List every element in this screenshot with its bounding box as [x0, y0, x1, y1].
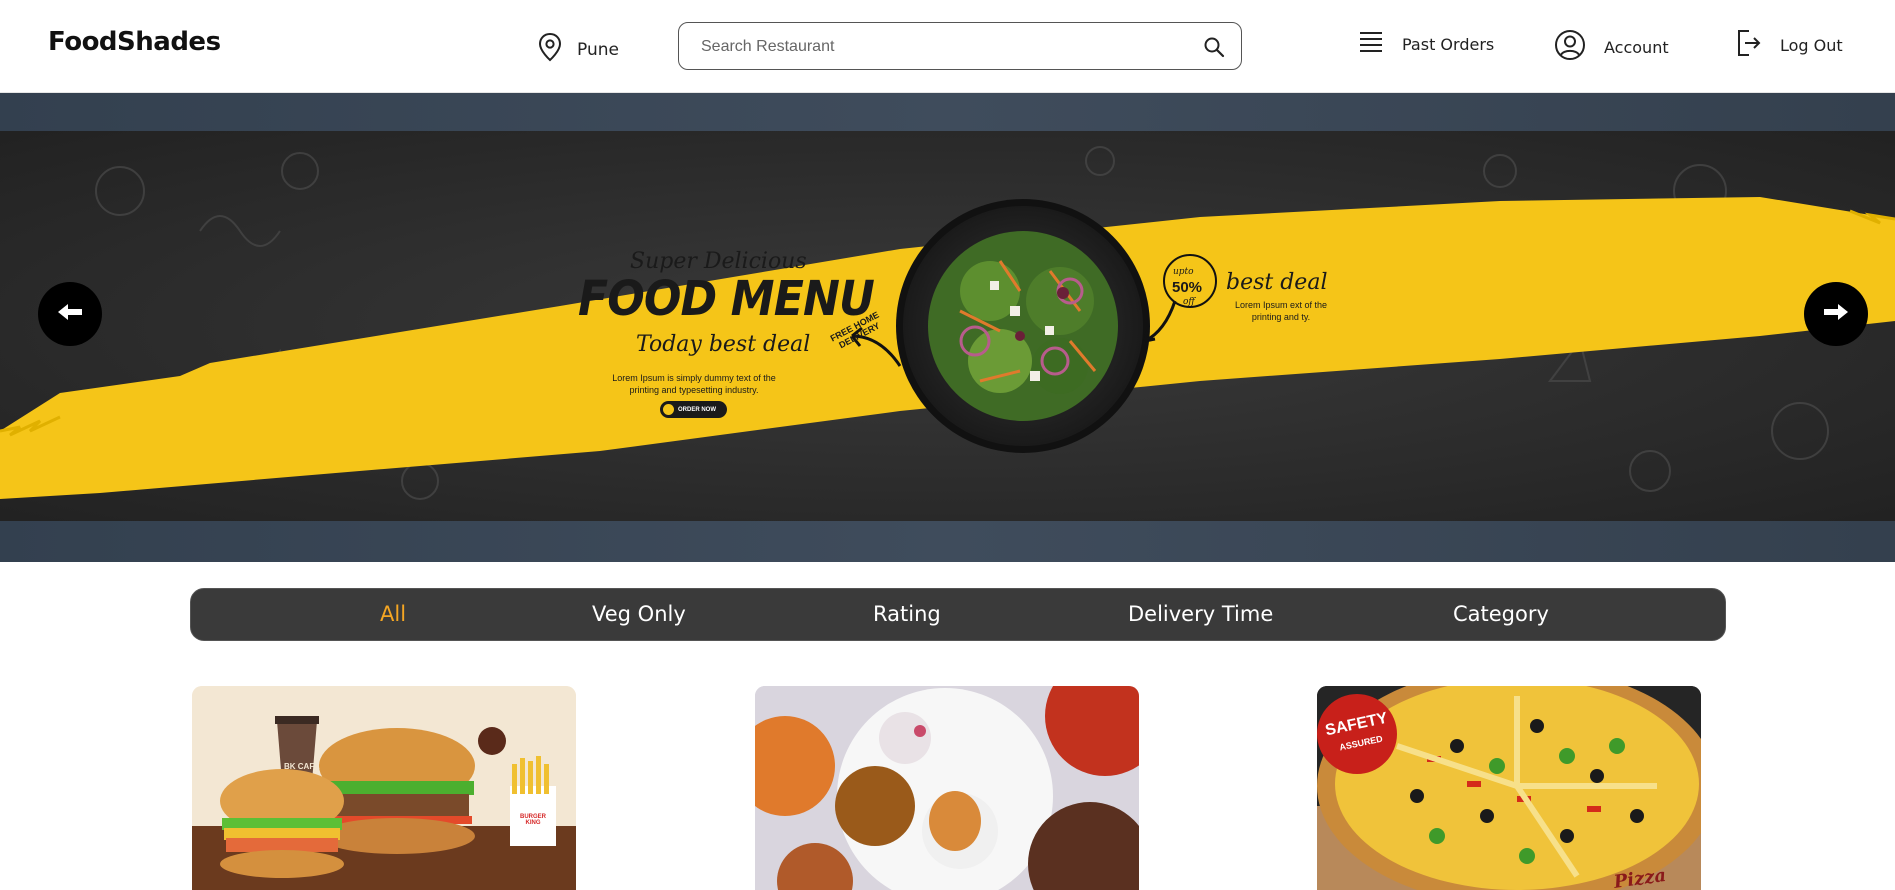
- filter-bar: All Veg Only Rating Delivery Time Catego…: [190, 588, 1726, 641]
- location-selector[interactable]: Pune: [537, 32, 619, 67]
- banner-tagline: Today best deal: [636, 332, 811, 357]
- filter-all[interactable]: All: [380, 602, 406, 626]
- order-now-button[interactable]: ORDER NOW: [660, 401, 727, 418]
- promo-banner-image: Super Delicious FOOD MENU Today best dea…: [0, 131, 1895, 521]
- promo-carousel: Super Delicious FOOD MENU Today best dea…: [0, 93, 1895, 562]
- past-orders-label: Past Orders: [1402, 34, 1495, 54]
- filter-category[interactable]: Category: [1453, 602, 1549, 626]
- best-deal-label: best deal: [1226, 270, 1328, 295]
- burger-image: [192, 686, 576, 890]
- past-orders-link[interactable]: Past Orders: [1358, 30, 1494, 58]
- thali-image: [755, 686, 1139, 890]
- filter-veg-only[interactable]: Veg Only: [592, 602, 686, 626]
- arrow-right-icon: [1824, 304, 1848, 324]
- account-label: Account: [1604, 37, 1669, 57]
- filter-rating[interactable]: Rating: [873, 602, 941, 626]
- banner-body-text: Lorem Ipsum is simply dummy text of the …: [612, 373, 776, 395]
- account-link[interactable]: Account: [1554, 29, 1669, 65]
- deal-text: Lorem Ipsum ext of the printing and ty.: [1234, 300, 1328, 322]
- search-box: [678, 22, 1242, 70]
- carousel-next-button[interactable]: [1804, 282, 1868, 346]
- restaurant-card[interactable]: [755, 686, 1139, 890]
- filter-delivery-time[interactable]: Delivery Time: [1128, 602, 1273, 626]
- search-icon[interactable]: [1203, 36, 1225, 62]
- restaurant-card[interactable]: SAFETY ASSURED Pizza Hut: [1317, 686, 1701, 890]
- location-pin-icon: [537, 32, 563, 67]
- banner-title: FOOD MENU: [578, 271, 875, 327]
- logout-label: Log Out: [1780, 35, 1843, 55]
- logout-icon: [1734, 28, 1762, 62]
- app-logo[interactable]: FoodShades: [48, 27, 221, 57]
- burger-king-label: BURGER KING: [519, 814, 546, 826]
- discount-label: 50%: [1172, 279, 1203, 296]
- list-icon: [1358, 30, 1384, 58]
- bk-cafe-label: BK CAFÉ: [284, 762, 320, 771]
- carousel-prev-button[interactable]: [38, 282, 102, 346]
- location-label: Pune: [577, 39, 619, 60]
- restaurant-card[interactable]: BK CAFÉ BURGER KING: [192, 686, 576, 890]
- order-now-label: ORDER NOW: [678, 406, 716, 413]
- arrow-left-icon: [58, 304, 82, 324]
- search-input[interactable]: [701, 33, 1181, 61]
- user-icon: [1554, 29, 1586, 65]
- off-label: off: [1183, 297, 1195, 307]
- upto-label: upto: [1173, 267, 1194, 277]
- logout-link[interactable]: Log Out: [1734, 28, 1843, 62]
- cta-dot-icon: [663, 404, 674, 415]
- top-navbar: FoodShades Pune Past Orders Account Log …: [0, 0, 1895, 93]
